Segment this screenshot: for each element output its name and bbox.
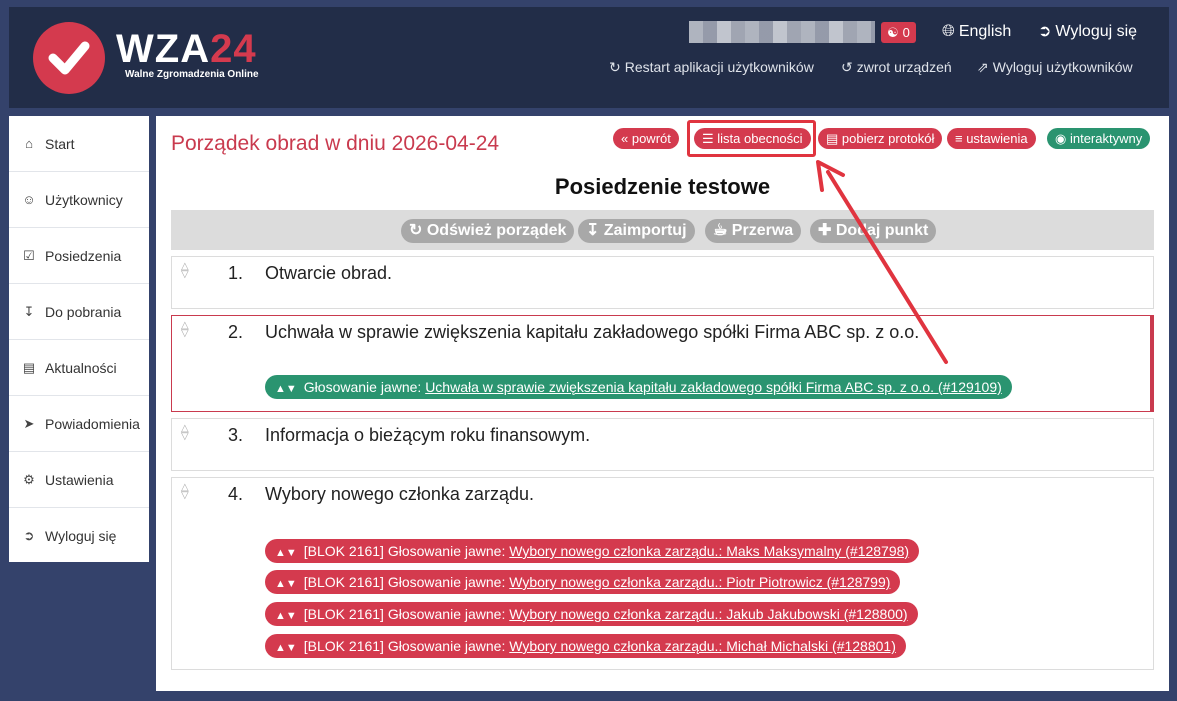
logout-icon: ➲ [23, 528, 35, 543]
logo-wordmark[interactable]: WZA24 [116, 29, 257, 69]
settings-button[interactable]: ≡ ustawienia [947, 128, 1036, 149]
external-icon: ⇗ [977, 59, 989, 75]
download-icon: ↧ [23, 303, 35, 319]
agenda-item[interactable]: △ ▽ 4. Wybory nowego członka zarządu. ▲▼[… [171, 477, 1154, 670]
drag-handle-icon[interactable]: △ ▽ [181, 483, 189, 501]
coffee-icon: ☕︎ [713, 222, 732, 239]
agenda-text: Otwarcie obrad. [265, 263, 393, 283]
logo-subtitle: Walne Zgromadzenia Online [125, 69, 259, 80]
refresh-icon: ↻ [609, 59, 621, 75]
sort-icon: ▲▼ [275, 383, 297, 395]
agenda-number: 3. [228, 425, 244, 445]
download-protocol-button[interactable]: ▤ pobierz protokół [818, 128, 943, 149]
main-panel: Porządek obrad w dniu 2026-04-24 « powró… [156, 116, 1169, 691]
user-name-blurred [689, 21, 875, 43]
undo-icon: ↺ [841, 59, 853, 75]
sort-icon: ▲▼ [275, 578, 297, 590]
user-icon: ☯ [887, 25, 899, 40]
import-button[interactable]: ↧ Zaimportuj [578, 219, 695, 243]
vote-badge[interactable]: ▲▼ [BLOK 2161] Głosowanie jawne: Wybory n… [265, 634, 906, 658]
agenda-number: 2. [228, 322, 244, 342]
vote-link[interactable]: Uchwała w sprawie zwiększenia kapitału z… [425, 379, 1002, 395]
globe-icon: 🌐︎ [942, 23, 955, 40]
refresh-icon: ↻ [409, 222, 427, 239]
logout-icon: ➲ [1038, 23, 1052, 40]
send-icon: ➤ [23, 415, 35, 431]
back-button[interactable]: « powrót [613, 128, 679, 149]
agenda-number: 4. [228, 484, 244, 504]
vote-badge[interactable]: ▲▼ [BLOK 2161] Głosowanie jawne: Wybory n… [265, 539, 920, 563]
pdf-icon: ▤ [826, 131, 842, 146]
download-icon: ↧ [586, 222, 604, 239]
sidebar-item-users[interactable]: ☺ Użytkownicy [9, 172, 149, 228]
sliders-icon: ≡ [955, 131, 967, 146]
sidebar-item-start[interactable]: ⌂ Start [9, 116, 149, 172]
sort-icon: ▲▼ [275, 610, 297, 622]
logout-users-link[interactable]: ⇗ Wyloguj użytkowników [977, 57, 1133, 77]
agenda-item[interactable]: △ ▽ 3. Informacja o bieżącym roku finanso… [171, 418, 1154, 471]
sidebar: ⌂ Start ☺ Użytkownicy ☑ Posiedzenia ↧ Do pob… [9, 116, 149, 562]
logout-link[interactable]: ➲ Wyloguj się [1038, 21, 1137, 43]
sort-icon: ▲▼ [275, 547, 297, 559]
page-title: Porządek obrad w dniu 2026-04-24 [171, 132, 500, 155]
agenda-text: Wybory nowego członka zarządu. [265, 484, 534, 504]
vote-badge[interactable]: ▲▼ Głosowanie jawne: Uchwała w sprawie zw… [265, 375, 1012, 399]
sort-icon: ▲▼ [275, 642, 297, 654]
vote-link[interactable]: Wybory nowego członka zarządu.: Jakub Ja… [509, 606, 907, 622]
drag-handle-icon[interactable]: △ ▽ [181, 262, 189, 280]
highlight-annotation [687, 120, 816, 157]
agenda-item[interactable]: △ ▽ 1. Otwarcie obrad. [171, 256, 1154, 309]
news-icon: ▤ [22, 359, 36, 375]
sidebar-item-logout[interactable]: ➲ Wyloguj się [9, 508, 149, 564]
return-devices-link[interactable]: ↺ zwrot urządzeń [841, 57, 952, 77]
home-icon: ⌂ [25, 136, 33, 151]
calendar-icon: ☑ [23, 247, 35, 263]
refresh-agenda-button[interactable]: ↻ Odśwież porządek [401, 219, 575, 243]
add-point-button[interactable]: ✚ Dodaj punkt [810, 219, 937, 243]
drag-handle-icon[interactable]: △ ▽ [181, 321, 189, 339]
user-count-badge[interactable]: ☯ 0 [881, 22, 916, 43]
top-header: WZA24 Walne Zgromadzenia Online ☯ 0 🌐︎ Eng… [9, 7, 1169, 108]
agenda-text: Uchwała w sprawie zwiększenia kapitału z… [265, 322, 920, 342]
restart-apps-link[interactable]: ↻ Restart aplikacji użytkowników [609, 57, 814, 77]
agenda-text: Informacja o bieżącym roku finansowym. [265, 425, 591, 445]
plus-icon: ✚ [818, 222, 836, 239]
back-icon: « [621, 131, 632, 146]
sidebar-item-news[interactable]: ▤ Aktualności [9, 340, 149, 396]
sidebar-item-settings[interactable]: ⚙ Ustawienia [9, 452, 149, 508]
vote-badge[interactable]: ▲▼ [BLOK 2161] Głosowanie jawne: Wybory n… [265, 602, 918, 626]
gears-icon: ⚙ [23, 471, 35, 487]
sidebar-item-meetings[interactable]: ☑ Posiedzenia [9, 228, 149, 284]
vote-badge[interactable]: ▲▼ [BLOK 2161] Głosowanie jawne: Wybory n… [265, 570, 901, 594]
eye-icon: ◉ [1055, 131, 1070, 146]
sidebar-item-notifications[interactable]: ➤ Powiadomienia [9, 396, 149, 452]
agenda-item-active[interactable]: △ ▽ 2. Uchwała w sprawie zwiększenia kapi… [171, 315, 1154, 412]
agenda-number: 1. [228, 263, 244, 283]
drag-handle-icon[interactable]: △ ▽ [181, 424, 189, 442]
vote-link[interactable]: Wybory nowego członka zarządu.: Maks Mak… [509, 543, 909, 559]
meeting-title: Posiedzenie testowe [554, 174, 771, 199]
logo-check-icon[interactable] [33, 22, 105, 94]
language-switch[interactable]: 🌐︎ English [942, 21, 1011, 43]
sidebar-item-downloads[interactable]: ↧ Do pobrania [9, 284, 149, 340]
break-button[interactable]: ☕︎ Przerwa [705, 219, 802, 243]
users-icon: ☺ [22, 192, 36, 207]
interactive-button[interactable]: ◉ interaktywny [1047, 128, 1151, 149]
agenda-toolbar: ↻ Odśwież porządek ↧ Zaimportuj ☕︎ Przer… [171, 210, 1154, 250]
vote-link[interactable]: Wybory nowego członka zarządu.: Piotr Pi… [509, 574, 890, 590]
vote-link[interactable]: Wybory nowego członka zarządu.: Michał M… [509, 638, 896, 654]
